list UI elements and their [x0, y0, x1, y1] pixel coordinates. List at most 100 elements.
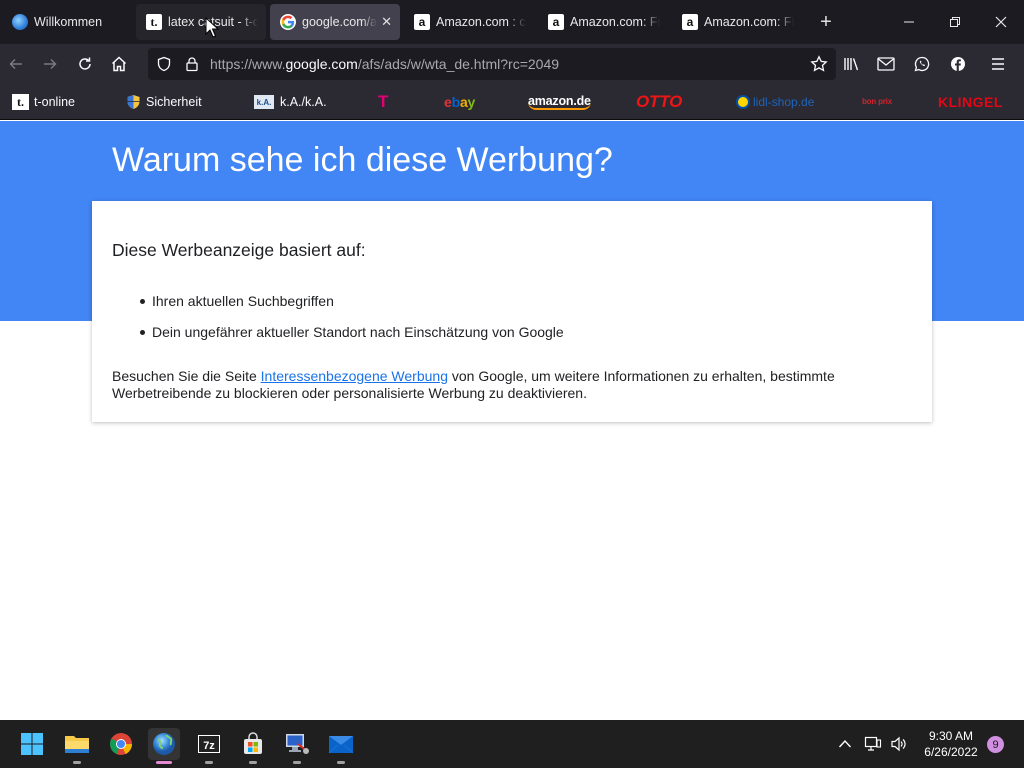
library-button[interactable] [836, 48, 868, 80]
menu-button[interactable] [982, 48, 1014, 80]
facebook-icon [951, 57, 965, 71]
interest-based-ads-link[interactable]: Interessenbezogene Werbung [261, 368, 448, 384]
close-tab-icon[interactable]: ✕ [381, 14, 392, 30]
taskbar: 7z 9:30 AM 6/26/2022 [0, 720, 1024, 768]
hamburger-menu-icon [992, 58, 1004, 70]
tab-amazon-3[interactable]: a Amazon.com: FE [672, 4, 802, 40]
bookmark-klingel[interactable]: KLINGEL [938, 93, 1003, 111]
tab-google-ads[interactable]: google.com/afs/ads/w/wta_de.html ✕ [270, 4, 400, 40]
info-paragraph: Besuchen Sie die Seite Interessenbezogen… [112, 368, 892, 402]
notification-badge[interactable]: 9 [987, 736, 1004, 753]
running-indicator [205, 761, 213, 764]
facebook-button[interactable] [942, 48, 974, 80]
url-host: google.com [285, 56, 358, 72]
mail-button[interactable] [870, 48, 902, 80]
show-hidden-icons-button[interactable] [830, 728, 860, 760]
browser-button-active[interactable] [148, 728, 180, 764]
7zip-button[interactable]: 7z [193, 728, 225, 764]
new-tab-button[interactable]: + [812, 8, 840, 36]
tracking-protection-shield-icon[interactable] [156, 56, 172, 72]
ka-icon: k.A. [254, 95, 274, 109]
bookmark-ka[interactable]: k.A. k.A./k.A. [254, 93, 327, 111]
google-icon [280, 14, 296, 30]
bookmark-lidl[interactable]: lidl-shop.de [736, 93, 814, 111]
amazon-icon: a [414, 14, 430, 30]
reload-icon [79, 57, 91, 70]
info-text-before: Besuchen Sie die Seite [112, 368, 261, 384]
close-window-button[interactable] [978, 0, 1024, 44]
klingel-logo: KLINGEL [938, 94, 1003, 110]
lidl-icon [736, 95, 750, 109]
bookmark-sicherheit[interactable]: Sicherheit [126, 93, 202, 111]
bookmark-telekom[interactable]: T [378, 92, 389, 111]
active-indicator [156, 761, 172, 764]
clock-time: 9:30 AM [928, 729, 974, 743]
system-clock[interactable]: 9:30 AM 6/26/2022 [912, 728, 990, 760]
mouse-cursor-icon [205, 17, 219, 38]
windows-start-icon [21, 733, 43, 755]
page-title: Warum sehe ich diese Werbung? [112, 141, 613, 179]
list-item: Ihren aktuellen Suchbegriffen [112, 291, 564, 322]
back-button[interactable] [0, 48, 32, 80]
otto-logo: OTTO [636, 92, 683, 111]
tab-willkommen[interactable]: Willkommen [2, 4, 132, 40]
telekom-logo: T [378, 92, 389, 111]
amazon-icon: a [682, 14, 698, 30]
tab-latex-catsuit[interactable]: t. latex catsuit - t-online [136, 4, 266, 40]
chrome-icon [110, 733, 132, 755]
globe-icon [12, 14, 28, 30]
network-app-button[interactable] [281, 728, 313, 764]
volume-tray-button[interactable] [886, 728, 912, 760]
tab-amazon-1[interactable]: a Amazon.com : catsuit [404, 4, 534, 40]
file-explorer-button[interactable] [61, 728, 93, 764]
bookmark-label: Sicherheit [146, 95, 202, 109]
chevron-up-icon [838, 739, 852, 748]
library-icon [844, 58, 859, 71]
tab-strip: Willkommen t. latex catsuit - t-online g… [0, 0, 1024, 44]
bookmark-bonprix[interactable]: bon prix [862, 93, 892, 111]
reasons-list: Ihren aktuellen Suchbegriffen Dein ungef… [112, 291, 564, 353]
7zip-icon: 7z [198, 735, 220, 753]
mail-app-icon [328, 736, 354, 754]
running-indicator [73, 761, 81, 764]
home-button[interactable] [103, 48, 135, 80]
home-icon [111, 56, 127, 72]
tab-title: Amazon.com: Frauen [570, 15, 660, 29]
bookmarks-toolbar: t. t-online Sicherheit k.A. k.A./k.A. T … [0, 84, 1024, 120]
lock-icon[interactable] [184, 56, 200, 72]
bookmark-amazon[interactable]: amazon.de [528, 93, 591, 111]
network-tray-button[interactable] [860, 728, 886, 760]
bookmark-ebay[interactable]: ebay [444, 93, 475, 111]
tab-amazon-2[interactable]: a Amazon.com: Frauen [538, 4, 668, 40]
running-indicator [337, 761, 345, 764]
page-content: Warum sehe ich diese Werbung? Diese Werb… [0, 121, 1024, 720]
restore-button[interactable] [932, 0, 978, 44]
reload-button[interactable] [69, 48, 101, 80]
ebay-logo: ebay [444, 94, 476, 110]
folder-icon [65, 736, 89, 753]
store-bag-icon [244, 732, 262, 754]
speaker-icon [891, 736, 906, 752]
tab-title: Willkommen [34, 15, 103, 29]
chrome-button[interactable] [105, 728, 137, 760]
running-indicator [293, 761, 301, 764]
mail-envelope-icon [877, 57, 895, 71]
bookmark-t-online[interactable]: t. t-online [12, 93, 75, 111]
shield-icon [127, 95, 140, 109]
address-bar[interactable]: https://www.google.com/afs/ads/w/wta_de.… [148, 48, 836, 80]
back-arrow-icon [9, 58, 22, 70]
whatsapp-button[interactable] [906, 48, 938, 80]
bookmark-otto[interactable]: OTTO [636, 92, 683, 111]
store-button[interactable] [237, 728, 269, 764]
mail-app-button[interactable] [325, 728, 357, 764]
card-heading: Diese Werbeanzeige basiert auf: [112, 240, 366, 260]
tab-title: Amazon.com : catsuit [436, 15, 526, 29]
bookmark-star-icon[interactable] [810, 55, 828, 73]
minimize-button[interactable] [886, 0, 932, 44]
url-text[interactable]: https://www.google.com/afs/ads/w/wta_de.… [210, 56, 559, 72]
whatsapp-icon [914, 56, 930, 72]
globe-icon [153, 733, 175, 755]
list-item: Dein ungefährer aktueller Standort nach … [112, 322, 564, 353]
forward-button[interactable] [34, 48, 66, 80]
start-button[interactable] [16, 728, 48, 760]
